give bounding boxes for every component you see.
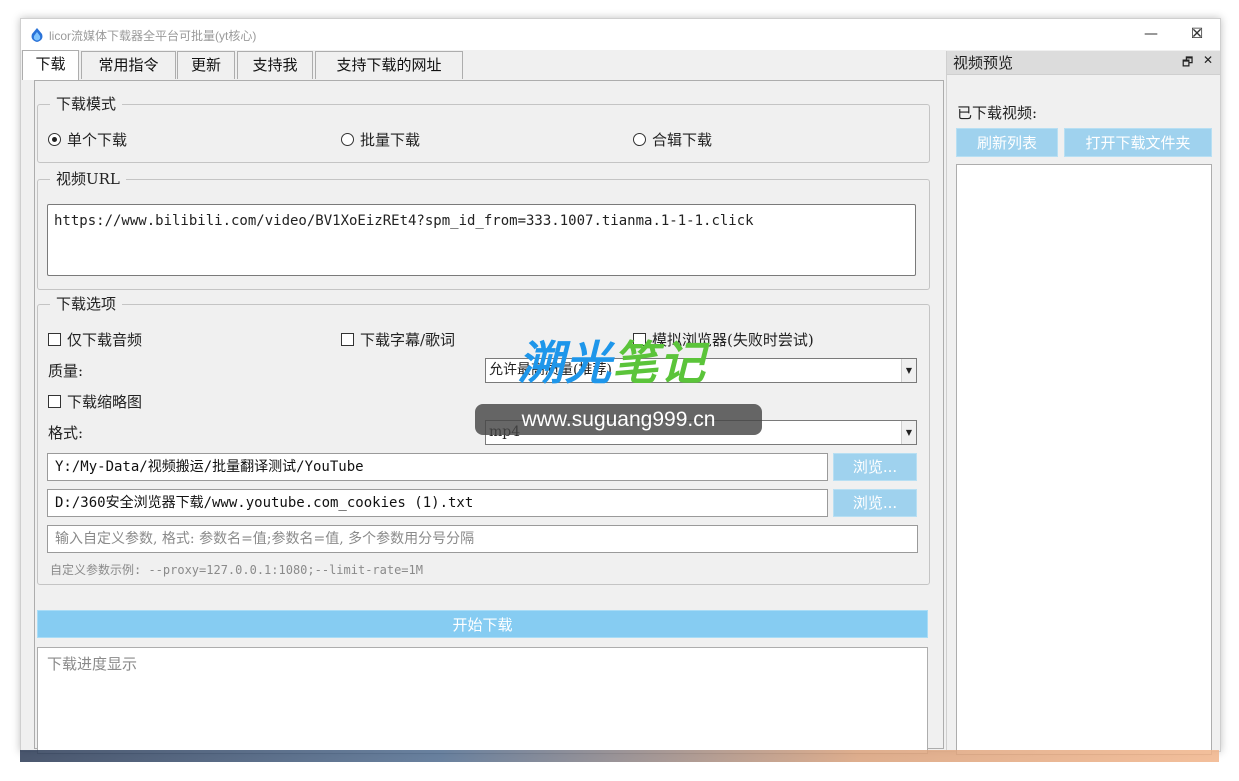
browse-output-button[interactable]: 浏览... — [833, 453, 917, 481]
window-title: licor流媒体下载器全平台可批量(yt核心) — [49, 29, 257, 43]
radio-label: 单个下载 — [67, 131, 128, 149]
tab-download[interactable]: 下载 — [22, 50, 79, 80]
dropdown-arrow-icon: ▼ — [901, 359, 916, 382]
cookies-file-input[interactable]: D:/360安全浏览器下载/www.youtube.com_cookies (1… — [47, 489, 828, 517]
video-url-group: 视频URL https://www.bilibili.com/video/BV1… — [37, 170, 930, 290]
tab-support-me[interactable]: 支持我 — [237, 51, 313, 79]
tab-supported-sites[interactable]: 支持下载的网址 — [315, 51, 463, 79]
checkbox-icon — [48, 333, 61, 346]
checkbox-label: 仅下载音频 — [67, 331, 143, 349]
watermark-logo: 溯光笔记 — [518, 335, 706, 391]
radio-unchecked-icon — [341, 133, 354, 146]
title-bar[interactable]: licor流媒体下载器全平台可批量(yt核心) — ☐ — [21, 19, 1220, 50]
close-button[interactable]: ✕ — [1174, 19, 1220, 50]
open-folder-button[interactable]: 打开下载文件夹 — [1064, 128, 1212, 157]
radio-playlist-download[interactable]: 合辑下载 — [633, 130, 712, 150]
checkbox-label: 下载缩略图 — [67, 393, 143, 411]
video-url-title: 视频URL — [50, 170, 126, 188]
dropdown-arrow-icon: ▼ — [901, 421, 916, 444]
desktop-background-strip — [20, 750, 1219, 762]
checkbox-icon — [48, 395, 61, 408]
downloaded-videos-label: 已下载视频: — [957, 104, 1038, 122]
checkbox-icon — [341, 333, 354, 346]
radio-single-download[interactable]: 单个下载 — [48, 130, 127, 150]
radio-unchecked-icon — [633, 133, 646, 146]
download-mode-group: 下载模式 单个下载 批量下载 合辑下载 — [37, 95, 930, 163]
output-dir-input[interactable]: Y:/My-Data/视频搬运/批量翻译测试/YouTube — [47, 453, 828, 481]
radio-batch-download[interactable]: 批量下载 — [341, 130, 420, 150]
audio-only-checkbox[interactable]: 仅下载音频 — [48, 330, 142, 350]
custom-params-hint: 自定义参数示例: --proxy=127.0.0.1:1080;--limit-… — [50, 563, 423, 577]
watermark-url: www.suguang999.cn — [475, 404, 762, 435]
thumbnail-checkbox[interactable]: 下载缩略图 — [48, 392, 142, 412]
tab-update[interactable]: 更新 — [177, 51, 235, 79]
close-dock-icon[interactable]: ✕ — [1203, 53, 1213, 67]
checkbox-label: 下载字幕/歌词 — [360, 331, 456, 349]
float-dock-icon[interactable]: 🗗 — [1182, 53, 1193, 74]
radio-label: 合辑下载 — [652, 131, 713, 149]
video-preview-dock: 视频预览 🗗 ✕ 已下载视频: 刷新列表 打开下载文件夹 — [946, 51, 1220, 755]
download-options-title: 下载选项 — [50, 295, 123, 313]
custom-params-input[interactable]: 输入自定义参数, 格式: 参数名=值;参数名=值, 多个参数用分号分隔 — [47, 525, 918, 553]
radio-checked-icon — [48, 133, 61, 146]
watermark-part2: 笔记 — [612, 336, 706, 390]
progress-log[interactable]: 下载进度显示 — [37, 647, 928, 754]
dock-title-bar[interactable]: 视频预览 🗗 ✕ — [947, 51, 1220, 75]
subtitles-checkbox[interactable]: 下载字幕/歌词 — [341, 330, 455, 350]
browse-cookies-button[interactable]: 浏览... — [833, 489, 917, 517]
minimize-button[interactable]: — — [1128, 19, 1174, 50]
format-label: 格式: — [48, 424, 84, 442]
download-options-group: 下载选项 仅下载音频 下载字幕/歌词 模拟浏览器(失败时尝试) 质量: 允许最高… — [37, 295, 930, 585]
dock-title: 视频预览 — [953, 54, 1014, 72]
app-logo-icon — [31, 28, 43, 42]
quality-label: 质量: — [48, 362, 84, 380]
download-mode-title: 下载模式 — [50, 95, 123, 113]
start-download-button[interactable]: 开始下载 — [37, 610, 928, 638]
downloaded-video-list[interactable] — [956, 164, 1212, 755]
radio-label: 批量下载 — [360, 131, 421, 149]
refresh-list-button[interactable]: 刷新列表 — [956, 128, 1058, 157]
watermark-part1: 溯光 — [518, 336, 612, 390]
tab-common-commands[interactable]: 常用指令 — [81, 51, 176, 79]
video-url-input[interactable]: https://www.bilibili.com/video/BV1XoEizR… — [47, 204, 916, 276]
